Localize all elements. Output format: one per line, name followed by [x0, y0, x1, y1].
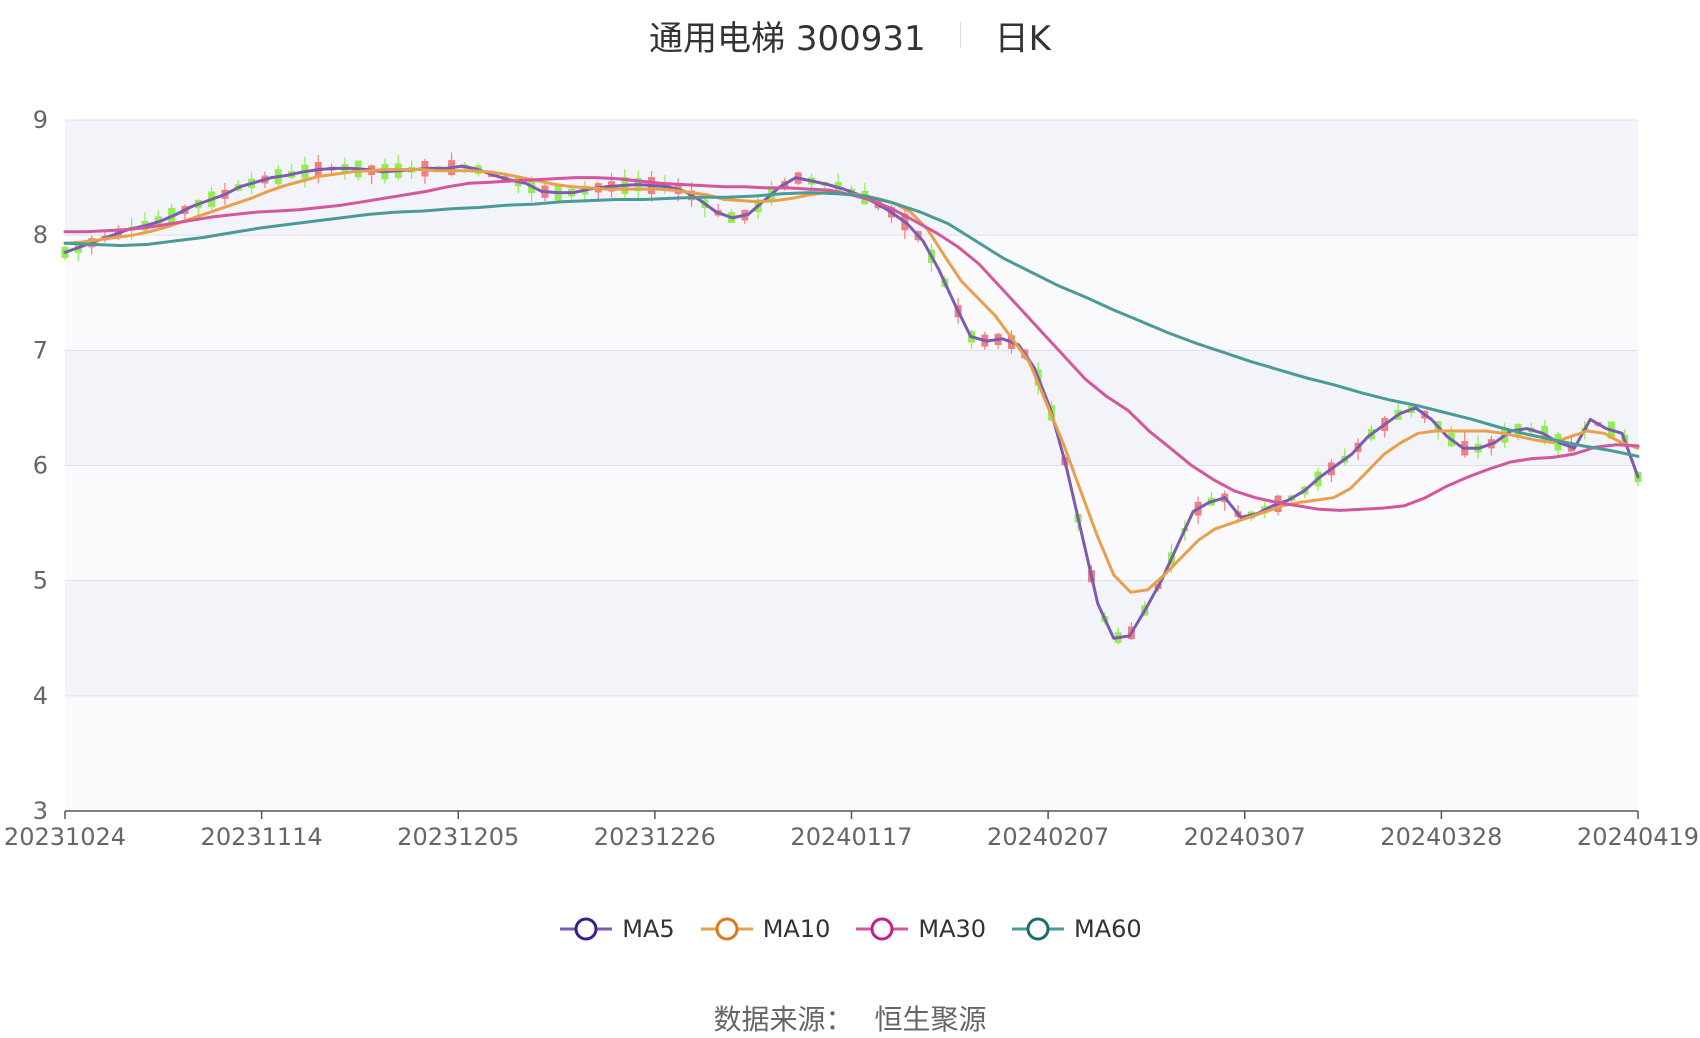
data-source-label: 数据来源：	[713, 1003, 854, 1036]
chart-title-row: 通用电梯 300931 日K	[0, 10, 1700, 60]
data-source-value: 恒生聚源	[874, 1003, 987, 1036]
x-tick-label: 20240328	[1380, 823, 1502, 851]
legend-ma10-label: MA10	[762, 915, 831, 943]
legend-item-ma5[interactable]: MA5	[558, 915, 675, 943]
plot-band	[65, 695, 1638, 811]
x-tick-label: 20240307	[1184, 823, 1306, 851]
legend-ma60-label: MA60	[1074, 915, 1142, 943]
y-tick-label: 8	[33, 221, 48, 249]
legend-ma60-icon	[1012, 917, 1065, 941]
plot-band	[65, 235, 1638, 351]
chart-title: 通用电梯 300931	[649, 18, 926, 59]
plot-band	[65, 580, 1638, 696]
x-tick-label: 20231024	[4, 823, 126, 851]
legend-item-ma10[interactable]: MA10	[699, 915, 831, 943]
legend-item-ma30[interactable]: MA30	[854, 915, 986, 943]
legend-ma5-label: MA5	[622, 915, 675, 943]
x-tick-label: 20240117	[790, 823, 912, 851]
legend-ma30-icon	[856, 917, 909, 941]
x-tick-label: 20231205	[397, 823, 519, 851]
chart-subtitle: 日K	[994, 18, 1051, 59]
y-tick-label: 9	[33, 106, 48, 134]
legend-ma5-icon	[560, 917, 613, 941]
plot-band	[65, 465, 1638, 581]
y-tick-label: 5	[33, 567, 48, 595]
x-tick-label: 20240207	[987, 823, 1109, 851]
y-tick-label: 7	[33, 336, 48, 364]
data-source: 数据来源： 恒生聚源	[0, 998, 1700, 1038]
legend-ma10-icon	[700, 917, 753, 941]
x-tick-label: 20231226	[594, 823, 716, 851]
kline-chart: 3 4 5 6 7 8 9 20231024 20231114 20231205 20231226 2…	[4, 106, 1699, 851]
title-divider	[959, 22, 961, 48]
x-tick-label: 20240419	[1577, 823, 1699, 851]
plot-band	[65, 350, 1638, 466]
legend: MA5 MA10 MA30 MA60	[0, 915, 1700, 943]
plot-band	[65, 120, 1638, 236]
legend-item-ma60[interactable]: MA60	[1010, 915, 1142, 943]
y-tick-label: 6	[33, 452, 48, 480]
y-tick-label: 3	[33, 797, 48, 825]
legend-ma30-label: MA30	[918, 915, 987, 943]
y-tick-label: 4	[33, 682, 48, 710]
x-tick-label: 20231114	[201, 823, 323, 851]
